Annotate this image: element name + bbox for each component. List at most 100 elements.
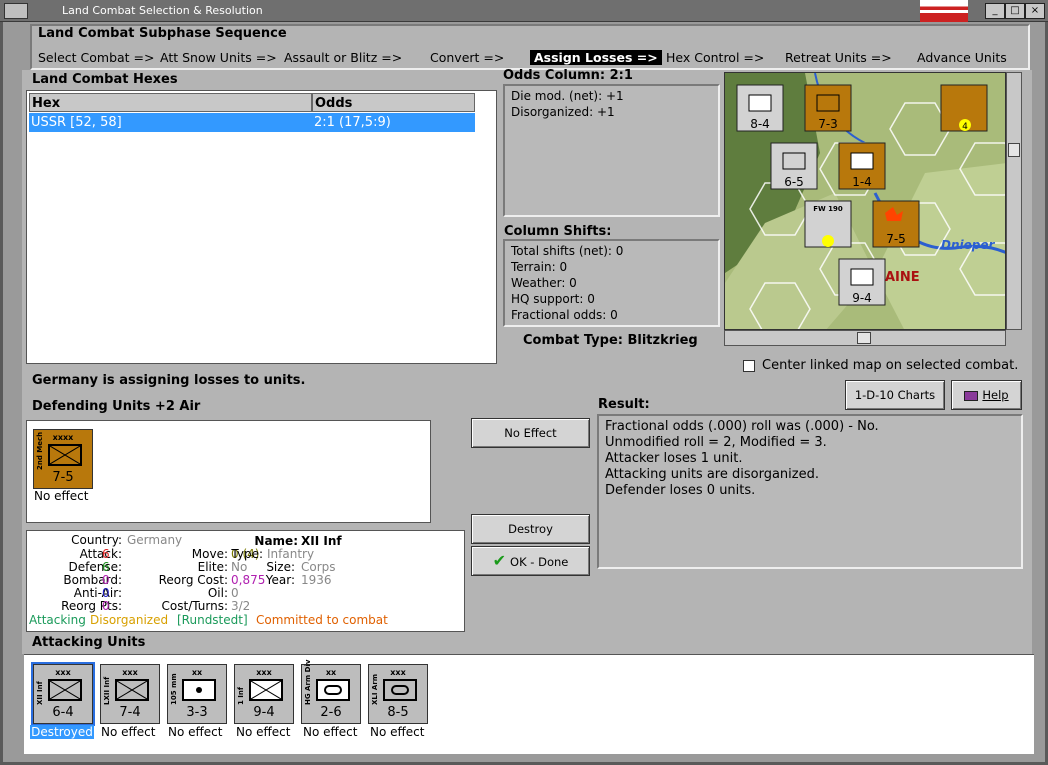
map-vscroll-thumb[interactable] [1008, 143, 1020, 157]
bombard-key: Bombard: [63, 573, 122, 587]
minimize-button[interactable]: _ [985, 3, 1005, 19]
shift-line: Fractional odds: 0 [511, 308, 618, 322]
unit-name-label: HG Arm Div [304, 659, 312, 705]
step-advance-units[interactable]: Advance Units [917, 50, 1007, 65]
attacking-unit-counter[interactable]: xx 105 mm 3-3 [167, 664, 227, 724]
linked-map[interactable]: 8-4 7-3 4 6-5 1-4 FW 190 7-5 9-4 Dnieper… [724, 72, 1006, 330]
defending-unit-result: No effect [34, 489, 89, 503]
map-canvas[interactable]: 8-4 7-3 4 6-5 1-4 FW 190 7-5 9-4 Dnieper… [725, 73, 1006, 330]
charts-button[interactable]: 1-D-10 Charts [845, 380, 945, 410]
system-menu-button[interactable] [4, 3, 28, 19]
map-counter[interactable]: 8-4 [736, 84, 784, 132]
name-key: Name: [254, 534, 298, 548]
attacking-unit-counter[interactable]: xxx LXII Inf 7-4 [100, 664, 160, 724]
armor-symbol-icon [383, 679, 417, 701]
status-hq: [Rundstedt] [177, 613, 248, 627]
attacking-unit-counter[interactable]: xx HG Arm Div 2-6 [301, 660, 361, 724]
step-hex-control[interactable]: Hex Control => [666, 50, 764, 65]
anti-air-key: Anti-Air: [73, 586, 122, 600]
help-button[interactable]: Help [951, 380, 1022, 410]
unit-name-label: 1 Inf [237, 687, 245, 705]
odds-line: Disorganized: +1 [511, 105, 615, 119]
result-box: Fractional odds (.000) roll was (.000) -… [597, 414, 1023, 569]
size-value: Corps [301, 560, 336, 574]
step-retreat-units[interactable]: Retreat Units => [785, 50, 892, 65]
map-counter-strength: 9-4 [852, 291, 872, 305]
infantry-symbol-icon [115, 679, 149, 701]
map-river-label: Dnieper [941, 238, 995, 252]
map-counter[interactable]: 7-5 [872, 200, 920, 248]
attacking-unit-counter[interactable]: xxx 1 Inf 9-4 [234, 664, 294, 724]
elite-value: No [231, 560, 248, 574]
table-row[interactable]: USSR [52, 58] 2:1 (17,5:9) [29, 113, 475, 132]
attacking-unit-counter[interactable]: xxx XII Inf 6-4 [31, 662, 95, 726]
ok-done-button[interactable]: ✔ OK - Done [471, 546, 590, 576]
window-title: Land Combat Selection & Resolution [62, 4, 263, 17]
combat-type: Combat Type: Blitzkrieg [523, 333, 698, 348]
shifts-box: Total shifts (net): 0 Terrain: 0 Weather… [503, 239, 720, 327]
map-counter[interactable]: FW 190 [804, 200, 852, 248]
unit-strength: 3-3 [186, 705, 208, 720]
help-book-icon [964, 390, 979, 401]
oil-key: Oil: [207, 586, 228, 600]
unit-size-label: xxx [55, 668, 71, 677]
unit-size-label: xxx [256, 668, 272, 677]
result-line: Fractional odds (.000) roll was (.000) -… [605, 419, 879, 434]
map-horizontal-scrollbar[interactable] [724, 330, 1006, 346]
step-att-snow-units[interactable]: Att Snow Units => [160, 50, 277, 65]
status-attacking: Attacking [29, 613, 86, 627]
attack-value: 6 [102, 547, 110, 561]
reorg-pts-value: 0 [102, 599, 110, 613]
map-counter-strength: 1-4 [852, 175, 872, 189]
german-flag-icon [920, 0, 968, 22]
center-map-checkbox[interactable] [743, 360, 755, 372]
defending-unit-counter[interactable]: xxxx 2nd Mech 7-5 [33, 429, 93, 489]
attacking-unit-result: Destroyed [30, 725, 94, 739]
unit-strength: 8-5 [387, 705, 409, 720]
phase-steps: Select Combat => Att Snow Units => Assau… [32, 46, 1028, 68]
attacking-unit-counter[interactable]: xxx XLI Arm 8-5 [368, 664, 428, 724]
hexes-list[interactable]: Hex Odds USSR [52, 58] 2:1 (17,5:9) [26, 90, 497, 364]
map-counter-label: FW 190 [813, 205, 843, 213]
map-vertical-scrollbar[interactable] [1006, 72, 1022, 330]
no-effect-button[interactable]: No Effect [471, 418, 590, 448]
map-counter[interactable]: 4 [940, 84, 988, 132]
unit-info-panel: Country: Germany Name: XII Inf Attack: 6… [26, 530, 465, 632]
step-select-combat[interactable]: Select Combat => [38, 50, 155, 65]
odds-heading: Odds Column: 2:1 [503, 68, 633, 83]
result-line: Unmodified roll = 2, Modified = 3. [605, 435, 827, 450]
step-assign-losses[interactable]: Assign Losses => [530, 49, 662, 65]
destroy-button[interactable]: Destroy [471, 514, 590, 544]
reorg-cost-value: 0,875 [231, 573, 266, 587]
unit-strength: 6-4 [52, 705, 74, 720]
oil-value: 0 [231, 586, 239, 600]
elite-key: Elite: [197, 560, 228, 574]
defense-value: 6 [102, 560, 110, 574]
reorg-cost-key: Reorg Cost: [158, 573, 228, 587]
defense-key: Defense: [68, 560, 122, 574]
maximize-button[interactable]: □ [1005, 3, 1025, 19]
infantry-symbol-icon [48, 679, 82, 701]
step-convert[interactable]: Convert => [430, 50, 504, 65]
odds-column-header[interactable]: Odds [312, 93, 475, 112]
unit-name-label: XLI Arm [371, 673, 379, 705]
result-heading: Result: [598, 397, 650, 412]
attacking-unit-result: No effect [236, 725, 291, 739]
close-button[interactable]: × [1025, 3, 1045, 19]
map-hscroll-thumb[interactable] [857, 332, 871, 344]
unit-name-label: 2nd Mech [36, 431, 44, 470]
hex-column-header[interactable]: Hex [29, 93, 312, 112]
map-counter[interactable]: 6-5 [770, 142, 818, 190]
shift-line: HQ support: 0 [511, 292, 595, 306]
reorg-pts-key: Reorg Pts: [61, 599, 122, 613]
map-counter[interactable]: 1-4 [838, 142, 886, 190]
cost-turns-value: 3/2 [231, 599, 251, 613]
map-counter-strength: 4 [962, 122, 968, 132]
unit-name-label: 105 mm [170, 673, 178, 705]
map-counter[interactable]: 9-4 [838, 258, 886, 306]
type-value: Infantry [267, 547, 315, 561]
step-assault-or-blitz[interactable]: Assault or Blitz => [284, 50, 402, 65]
attacking-unit-result: No effect [168, 725, 223, 739]
map-counter[interactable]: 7-3 [804, 84, 852, 132]
anti-air-value: 0 [102, 586, 110, 600]
